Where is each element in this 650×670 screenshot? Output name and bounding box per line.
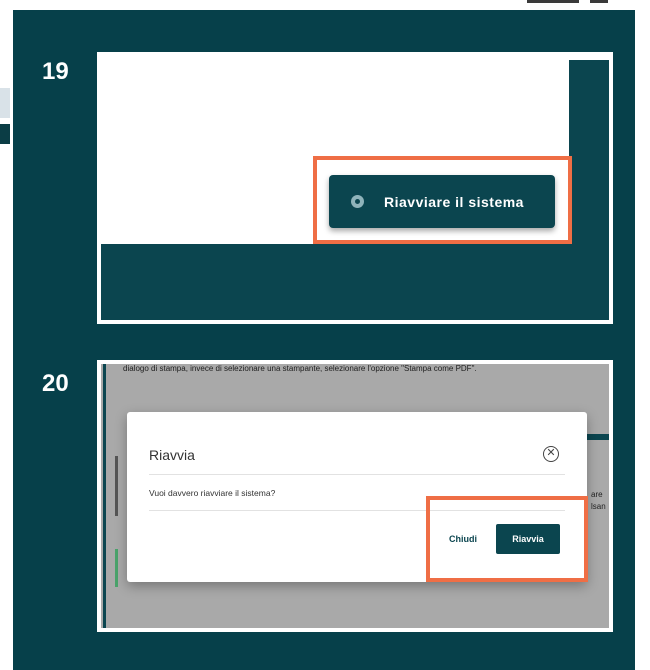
dialog-divider	[149, 474, 565, 475]
close-circle-icon[interactable]: ✕	[543, 446, 559, 462]
background-side-text: are lsan	[591, 489, 606, 513]
background-side-text-line: are	[591, 490, 603, 499]
dialog-title: Riavvia	[149, 447, 195, 463]
highlight-box-step-19	[313, 156, 572, 244]
top-decoration-bar-small	[590, 0, 608, 3]
background-text: dialogo di stampa, invece di selezionare…	[123, 364, 477, 373]
left-edge-tab-light	[0, 88, 10, 118]
background-green-marker	[115, 549, 118, 587]
step-number-20: 20	[42, 370, 69, 397]
highlight-box-step-20	[426, 496, 588, 582]
background-left-border	[103, 364, 106, 628]
screenshot-dark-footer	[101, 244, 609, 320]
dialog-question: Vuoi davvero riavviare il sistema?	[149, 488, 276, 498]
background-left-marker	[115, 456, 118, 516]
step-number-19: 19	[42, 58, 69, 85]
top-decoration-bar	[527, 0, 579, 3]
left-edge-tab-dark	[0, 124, 10, 144]
background-side-text-line: lsan	[591, 502, 606, 511]
